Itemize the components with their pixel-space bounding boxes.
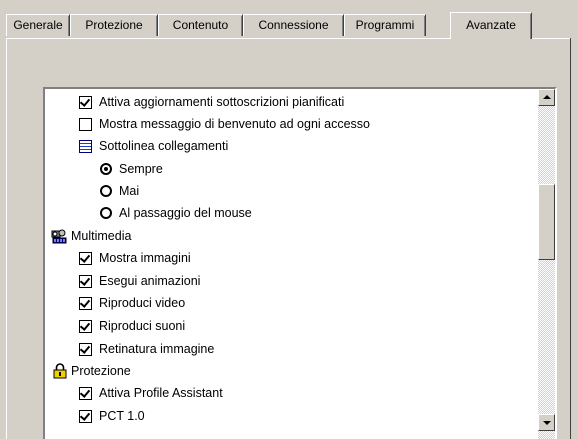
panel-border-left (6, 38, 7, 439)
arrow-up-icon (543, 95, 551, 99)
setting-label: Retinatura immagine (99, 342, 215, 356)
setting-label: Al passaggio del mouse (119, 206, 252, 220)
list-item[interactable]: Riproduci video (79, 292, 185, 314)
radio-button[interactable] (100, 185, 112, 197)
category-label: Protezione (71, 364, 131, 378)
radio-button[interactable] (100, 207, 112, 219)
arrow-down-icon (543, 421, 551, 425)
scroll-down-button[interactable] (538, 414, 555, 431)
multimedia-icon (51, 229, 67, 244)
vertical-scrollbar[interactable] (538, 89, 555, 439)
checkbox[interactable] (79, 274, 92, 288)
tab-programmi[interactable]: Programmi (344, 14, 426, 36)
category-label: Multimedia (71, 229, 132, 243)
tab-label: Generale (13, 18, 63, 32)
settings-list-content: Attiva aggiornamenti sottoscrizioni pian… (45, 89, 538, 439)
tab-label: Programmi (355, 18, 415, 32)
list-settings-icon (79, 139, 92, 153)
tab-label: Contenuto (172, 18, 229, 32)
advanced-settings-list[interactable]: Attiva aggiornamenti sottoscrizioni pian… (43, 87, 557, 439)
tab-strip: Generale Protezione Contenuto Connession… (6, 12, 577, 39)
list-item: Multimedia (51, 225, 131, 247)
tab-avanzate[interactable]: Avanzate (450, 12, 532, 39)
list-item: Protezione (53, 360, 131, 382)
list-item[interactable]: Mai (100, 180, 139, 202)
tab-protezione[interactable]: Protezione (70, 14, 158, 36)
list-item[interactable]: Riproduci suoni (79, 315, 185, 337)
checkbox[interactable] (79, 386, 92, 400)
checkbox[interactable] (79, 95, 92, 109)
setting-label: Riproduci suoni (99, 319, 186, 333)
tab-label: Avanzate (466, 18, 516, 32)
list-item[interactable]: Mostra messaggio di benvenuto ad ogni ac… (79, 113, 370, 135)
list-item[interactable]: Retinatura immagine (79, 338, 214, 360)
list-item[interactable]: PCT 1.0 (79, 405, 145, 427)
tab-contenuto[interactable]: Contenuto (158, 14, 243, 36)
setting-group-label: Sottolinea collegamenti (99, 139, 229, 153)
checkbox[interactable] (79, 319, 92, 333)
setting-label: Riproduci video (99, 296, 186, 310)
setting-label: Attiva aggiornamenti sottoscrizioni pian… (99, 95, 345, 109)
setting-label: Attiva Profile Assistant (99, 386, 223, 400)
lock-icon (53, 363, 67, 379)
setting-label: Mostra messaggio di benvenuto ad ogni ac… (99, 117, 370, 131)
list-item[interactable]: Attiva aggiornamenti sottoscrizioni pian… (79, 91, 344, 113)
tab-generale[interactable]: Generale (6, 14, 70, 36)
tab-connessione[interactable]: Connessione (243, 14, 344, 36)
checkbox[interactable] (79, 409, 92, 423)
scroll-up-button[interactable] (538, 89, 555, 106)
checkbox[interactable] (79, 342, 92, 356)
panel-border-right (570, 38, 571, 439)
setting-label: Sempre (119, 162, 163, 176)
radio-button[interactable] (100, 163, 112, 175)
checkbox[interactable] (79, 251, 92, 265)
checkbox[interactable] (79, 296, 92, 310)
checkbox[interactable] (79, 117, 92, 131)
setting-label: PCT 1.0 (99, 409, 145, 423)
scrollbar-thumb[interactable] (538, 184, 555, 260)
list-item[interactable]: Attiva Profile Assistant (79, 382, 223, 404)
list-item[interactable]: Sempre (100, 158, 163, 180)
list-item[interactable]: Esegui animazioni (79, 270, 200, 292)
setting-label: Mai (119, 184, 140, 198)
tab-label: Connessione (258, 18, 329, 32)
list-item: Sottolinea collegamenti (79, 135, 228, 157)
setting-label: Esegui animazioni (99, 274, 201, 288)
list-item[interactable]: Mostra immagini (79, 247, 191, 269)
setting-label: Mostra immagini (99, 251, 191, 265)
list-item[interactable]: Al passaggio del mouse (100, 202, 252, 224)
tab-label: Protezione (85, 18, 143, 32)
